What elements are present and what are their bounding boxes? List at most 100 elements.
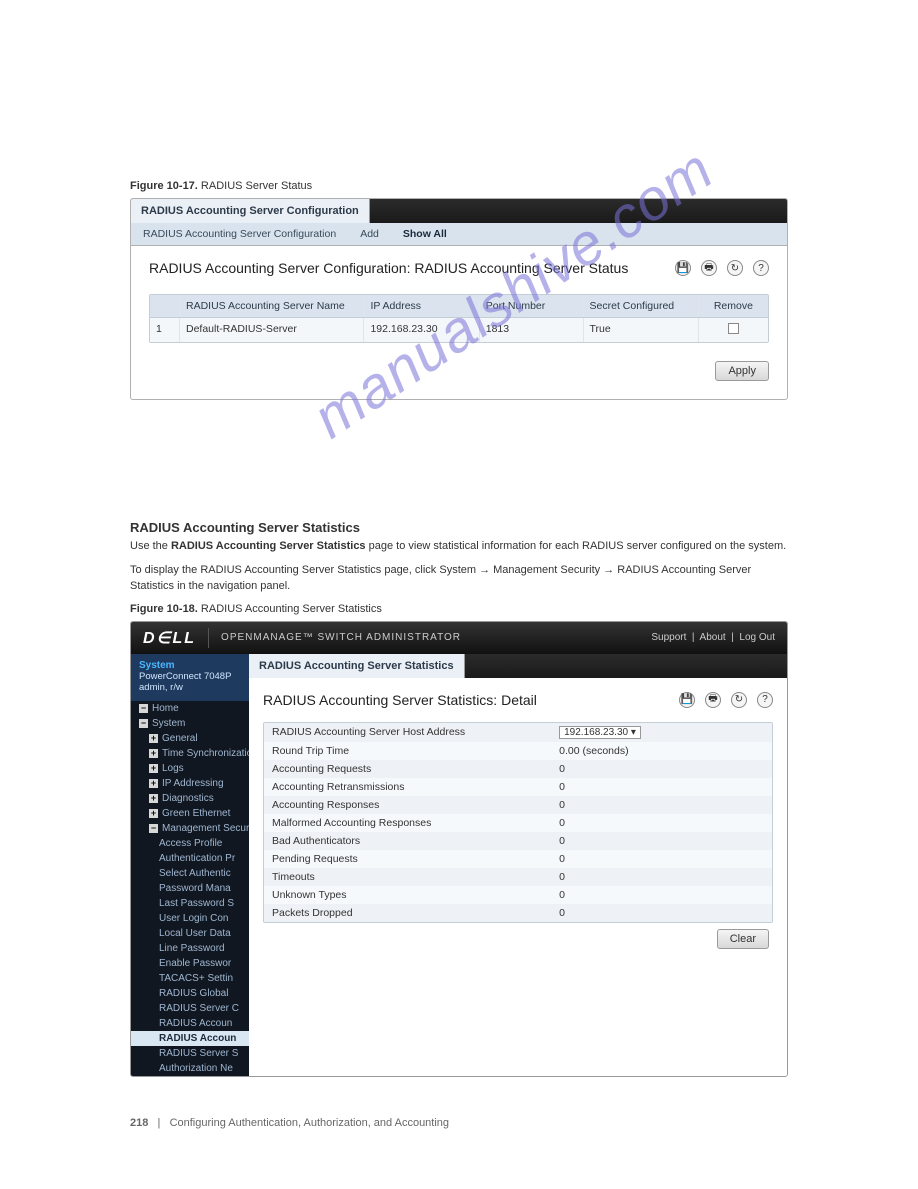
save-icon[interactable]: 💾 (679, 692, 695, 708)
col-port: Port Number (480, 295, 584, 317)
nav-system[interactable]: System (152, 718, 185, 729)
tab-config[interactable]: RADIUS Accounting Server Configuration (131, 199, 370, 223)
config-panel: RADIUS Accounting Server Configuration R… (130, 198, 788, 400)
refresh-icon[interactable]: ↻ (731, 692, 747, 708)
section-heading: RADIUS Accounting Server Statistics (130, 520, 788, 535)
remove-checkbox[interactable] (728, 323, 739, 334)
topbar: D∈LL OPENMANAGE™ SWITCH ADMINISTRATOR Su… (131, 622, 787, 654)
value-unk: 0 (551, 886, 772, 904)
nav-item[interactable]: Authentication Pr (131, 851, 249, 866)
help-icon[interactable]: ? (753, 260, 769, 276)
table-row: 1 Default-RADIUS-Server 192.168.23.30 18… (150, 318, 768, 342)
section-text: Use the RADIUS Accounting Server Statist… (130, 539, 788, 555)
nav-item-selected[interactable]: RADIUS Accoun (131, 1031, 249, 1046)
subtab-config[interactable]: RADIUS Accounting Server Configuration (131, 223, 348, 245)
nav-logs[interactable]: Logs (162, 763, 184, 774)
save-icon[interactable]: 💾 (675, 260, 691, 276)
print-icon[interactable]: 🖶 (705, 692, 721, 708)
nav-item[interactable]: TACACS+ Settin (131, 971, 249, 986)
value-pend: 0 (551, 850, 772, 868)
label-ares: Accounting Responses (264, 796, 551, 814)
nav-item[interactable]: Last Password S (131, 896, 249, 911)
subtab-row: RADIUS Accounting Server Configuration A… (131, 223, 787, 246)
nav-item[interactable]: RADIUS Accoun (131, 1016, 249, 1031)
col-secret: Secret Configured (584, 295, 699, 317)
label-pd: Packets Dropped (264, 904, 551, 922)
link-logout[interactable]: Log Out (739, 632, 775, 643)
refresh-icon[interactable]: ↻ (727, 260, 743, 276)
label-aret: Accounting Retransmissions (264, 778, 551, 796)
value-pd: 0 (551, 904, 772, 922)
value-ares: 0 (551, 796, 772, 814)
section-nav-path: To display the RADIUS Accounting Server … (130, 563, 788, 595)
clear-button[interactable]: Clear (717, 929, 769, 949)
cell-ip: 192.168.23.30 (364, 318, 479, 342)
tab-row: RADIUS Accounting Server Configuration (131, 199, 787, 223)
brand-text: OPENMANAGE™ SWITCH ADMINISTRATOR (221, 632, 461, 643)
nav-home[interactable]: Home (152, 703, 179, 714)
stats-title: RADIUS Accounting Server Statistics: Det… (263, 692, 669, 708)
col-name: RADIUS Accounting Server Name (180, 295, 364, 317)
value-bad: 0 (551, 832, 772, 850)
nav-mgmtsec[interactable]: Management Security (162, 823, 249, 834)
nav-timesync[interactable]: Time Synchronization (162, 748, 249, 759)
page-footer: 218 | Configuring Authentication, Author… (130, 1117, 788, 1129)
value-rtt: 0.00 (seconds) (551, 742, 772, 760)
nav-item[interactable]: Enable Passwor (131, 956, 249, 971)
page-title: RADIUS Accounting Server Configuration: … (149, 260, 665, 276)
help-icon[interactable]: ? (757, 692, 773, 708)
label-mal: Malformed Accounting Responses (264, 814, 551, 832)
figure-1-caption: Figure 10-17. RADIUS Server Status (130, 180, 788, 192)
label-hostaddr: RADIUS Accounting Server Host Address (264, 723, 551, 742)
apply-button[interactable]: Apply (715, 361, 769, 381)
nav-ipaddr[interactable]: IP Addressing (162, 778, 224, 789)
value-mal: 0 (551, 814, 772, 832)
subtab-add[interactable]: Add (348, 223, 391, 245)
dell-logo: D∈LL (143, 628, 209, 648)
cell-remove (699, 318, 768, 342)
nav-green[interactable]: Green Ethernet (162, 808, 230, 819)
label-rtt: Round Trip Time (264, 742, 551, 760)
figure-2-caption: Figure 10-18. RADIUS Accounting Server S… (130, 603, 788, 615)
col-ip: IP Address (364, 295, 479, 317)
col-index (150, 295, 180, 317)
nav-item[interactable]: Access Profile (131, 836, 249, 851)
cell-name: Default-RADIUS-Server (180, 318, 364, 342)
nav-item[interactable]: User Login Con (131, 911, 249, 926)
nav-item[interactable]: Authorization Ne (131, 1061, 249, 1076)
nav-general[interactable]: General (162, 733, 198, 744)
nav-item[interactable]: Select Authentic (131, 866, 249, 881)
server-table: RADIUS Accounting Server Name IP Address… (149, 294, 769, 343)
nav-user: admin, r/w (139, 682, 241, 693)
value-aret: 0 (551, 778, 772, 796)
tab-stats[interactable]: RADIUS Accounting Server Statistics (249, 654, 465, 678)
label-unk: Unknown Types (264, 886, 551, 904)
label-to: Timeouts (264, 868, 551, 886)
hostaddr-select[interactable]: 192.168.23.30 ▾ (559, 726, 641, 739)
cell-secret: True (584, 318, 699, 342)
cell-port: 1813 (480, 318, 584, 342)
col-remove: Remove (699, 295, 768, 317)
label-pend: Pending Requests (264, 850, 551, 868)
nav-item[interactable]: Local User Data (131, 926, 249, 941)
subtab-showall[interactable]: Show All (391, 223, 459, 245)
nav-tree[interactable]: System PowerConnect 7048P admin, r/w −Ho… (131, 654, 249, 1076)
label-areq: Accounting Requests (264, 760, 551, 778)
nav-item[interactable]: RADIUS Server C (131, 1001, 249, 1016)
nav-item[interactable]: Password Mana (131, 881, 249, 896)
nav-item[interactable]: RADIUS Global (131, 986, 249, 1001)
nav-item[interactable]: RADIUS Server S (131, 1046, 249, 1061)
nav-item[interactable]: Line Password (131, 941, 249, 956)
nav-diag[interactable]: Diagnostics (162, 793, 214, 804)
value-areq: 0 (551, 760, 772, 778)
nav-model: PowerConnect 7048P (139, 671, 241, 682)
link-about[interactable]: About (700, 632, 726, 643)
cell-index: 1 (150, 318, 180, 342)
nav-system-title: System (139, 660, 241, 671)
print-icon[interactable]: 🖶 (701, 260, 717, 276)
stats-list: RADIUS Accounting Server Host Address 192… (263, 722, 773, 923)
value-to: 0 (551, 868, 772, 886)
stats-panel: D∈LL OPENMANAGE™ SWITCH ADMINISTRATOR Su… (130, 621, 788, 1077)
label-bad: Bad Authenticators (264, 832, 551, 850)
link-support[interactable]: Support (651, 632, 686, 643)
